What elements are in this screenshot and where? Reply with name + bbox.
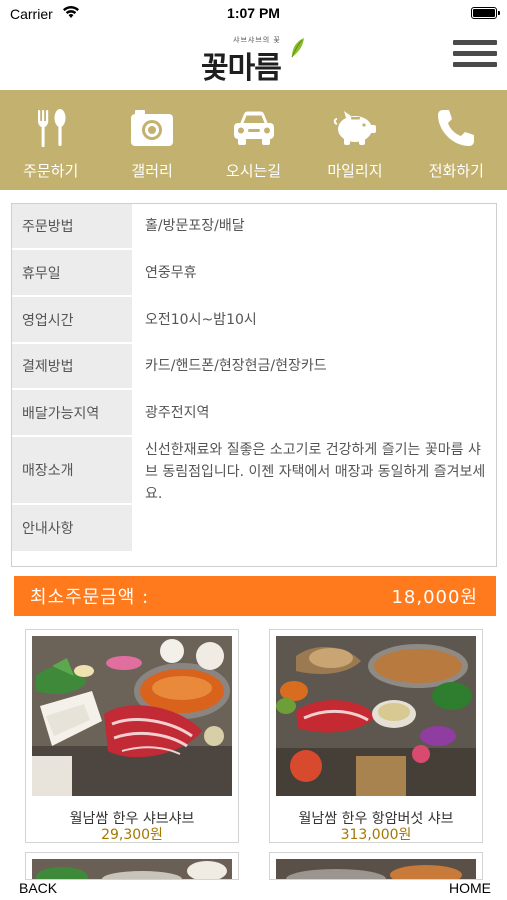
min-order-banner: 최소주문금액 : 18,000원 bbox=[14, 576, 496, 616]
menu-icon[interactable] bbox=[453, 40, 497, 70]
bottom-bar: BACK HOME bbox=[0, 876, 507, 900]
info-key: 주문방법 bbox=[12, 204, 132, 248]
info-value: 광주전지역 bbox=[145, 404, 210, 421]
nav-label-directions: 오시는길 bbox=[225, 162, 282, 180]
nav-item-call[interactable]: 전화하기 bbox=[406, 90, 507, 190]
logo: 샤브샤브의 꽃 꽃마름 bbox=[195, 33, 315, 86]
info-value: 신선한재료와 질좋은 소고기로 건강하게 즐기는 꽃마름 샤브 동림점입니다. … bbox=[145, 442, 486, 502]
info-key: 영업시간 bbox=[12, 297, 132, 342]
info-value: 홀/방문포장/배달 bbox=[145, 218, 245, 234]
logo-text: 꽃마름 bbox=[201, 51, 282, 86]
car-icon bbox=[231, 106, 277, 150]
back-button[interactable]: BACK bbox=[19, 880, 57, 896]
info-row-payment: 결제방법 카드/핸드폰/현장현금/현장카드 bbox=[12, 344, 496, 390]
piggy-bank-icon bbox=[332, 106, 378, 150]
nav-item-directions[interactable]: 오시는길 bbox=[203, 90, 304, 190]
min-order-amount: 18,000원 bbox=[391, 587, 478, 608]
home-button[interactable]: HOME bbox=[449, 880, 491, 896]
status-bar: Carrier 1:07 PM bbox=[0, 0, 507, 28]
info-row-order-method: 주문방법 홀/방문포장/배달 bbox=[12, 204, 496, 250]
product-card[interactable]: 월남쌈 한우 항암버섯 샤브 313,000원 bbox=[269, 629, 483, 843]
info-key: 안내사항 bbox=[12, 505, 132, 551]
min-order-label: 최소주문금액 : bbox=[30, 587, 150, 608]
info-value: 오전10시~밤10시 bbox=[145, 311, 257, 328]
battery-icon bbox=[471, 7, 500, 19]
nav-item-mileage[interactable]: 마일리지 bbox=[304, 90, 405, 190]
store-info-table: 주문방법 홀/방문포장/배달 휴무일 연중무휴 영업시간 오전10시~밤10시 … bbox=[11, 203, 497, 567]
nav-item-order[interactable]: 주문하기 bbox=[0, 90, 101, 190]
product-price: 29,300원 bbox=[101, 827, 163, 843]
camera-icon bbox=[129, 106, 175, 150]
product-card[interactable]: 월남쌈 한우 샤브샤브 29,300원 bbox=[25, 629, 239, 843]
info-key: 매장소개 bbox=[12, 437, 132, 503]
info-key: 결제방법 bbox=[12, 344, 132, 388]
info-row-hours: 영업시간 오전10시~밤10시 bbox=[12, 297, 496, 344]
nav-label-order: 주문하기 bbox=[23, 162, 79, 180]
info-value: 카드/핸드폰/현장현금/현장카드 bbox=[145, 358, 327, 374]
info-key: 배달가능지역 bbox=[12, 390, 132, 435]
nav-item-gallery[interactable]: 갤러리 bbox=[101, 90, 202, 190]
info-row-store-intro: 매장소개 신선한재료와 질좋은 소고기로 건강하게 즐기는 꽃마름 샤브 동림점… bbox=[12, 437, 496, 505]
info-row-notice: 안내사항 bbox=[12, 505, 496, 551]
phone-icon bbox=[433, 106, 479, 150]
info-value: 연중무휴 bbox=[145, 264, 197, 281]
info-row-holiday: 휴무일 연중무휴 bbox=[12, 250, 496, 297]
product-image bbox=[32, 636, 232, 796]
product-price: 313,000원 bbox=[340, 827, 412, 843]
app-header: 샤브샤브의 꽃 꽃마름 bbox=[0, 28, 507, 90]
product-image bbox=[276, 636, 476, 796]
fork-spoon-icon bbox=[28, 106, 74, 150]
clock: 1:07 PM bbox=[227, 5, 280, 21]
leaf-icon bbox=[291, 38, 304, 58]
info-row-delivery-area: 배달가능지역 광주전지역 bbox=[12, 390, 496, 437]
nav-label-mileage: 마일리지 bbox=[327, 162, 383, 180]
nav-label-gallery: 갤러리 bbox=[131, 162, 173, 180]
nav-label-call: 전화하기 bbox=[428, 162, 484, 180]
info-key: 휴무일 bbox=[12, 250, 132, 295]
info-value bbox=[132, 505, 496, 551]
main-nav: 주문하기 갤러리 오시는길 마일리지 전화하기 bbox=[0, 90, 507, 190]
